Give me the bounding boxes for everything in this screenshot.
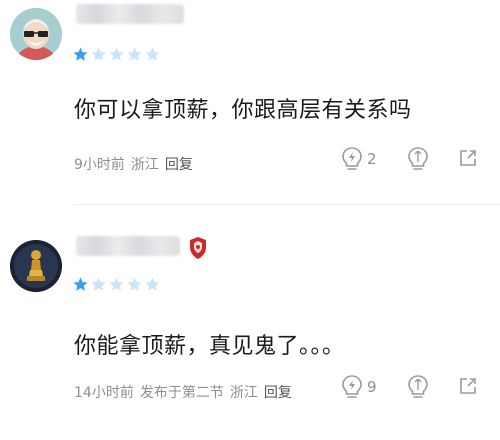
star-empty-icon	[91, 277, 106, 291]
divider	[74, 204, 500, 205]
comment-region: 浙江	[229, 385, 258, 401]
star-empty-icon	[145, 277, 160, 291]
share-icon	[460, 150, 476, 166]
shield-badge-icon	[188, 236, 208, 260]
comment-time: 14小时前	[74, 385, 134, 401]
comment-time: 9小时前	[74, 157, 125, 173]
dislike-bulb-icon	[408, 375, 428, 398]
username-blurred[interactable]	[76, 236, 180, 256]
comment-section: 发布于第二节	[139, 385, 224, 401]
comment-text: 你能拿顶薪，真见鬼了。。。	[74, 334, 345, 359]
star-empty-icon	[127, 47, 142, 61]
dislike-button[interactable]	[407, 146, 429, 176]
star-filled-icon	[73, 47, 88, 61]
comment-meta: 9小时前 浙江 回复	[74, 154, 193, 174]
share-button[interactable]	[458, 376, 478, 400]
reply-button[interactable]: 回复	[264, 385, 292, 401]
like-bulb-icon	[342, 147, 362, 170]
star-filled-icon	[73, 277, 88, 291]
username-blurred[interactable]	[76, 4, 184, 24]
comment-text: 你可以拿顶薪，你跟高层有关系吗	[74, 98, 412, 123]
star-empty-icon	[127, 277, 142, 291]
star-empty-icon	[109, 277, 124, 291]
comment-item: 你可以拿顶薪，你跟高层有关系吗 9小时前 浙江 回复 2	[0, 0, 500, 206]
dislike-bulb-icon	[408, 147, 428, 170]
comment-meta: 14小时前 发布于第二节 浙江 回复	[74, 382, 292, 402]
star-rating	[72, 46, 161, 63]
like-count: 2	[367, 150, 377, 168]
share-icon	[460, 378, 476, 394]
avatar-elderly-glasses-icon	[10, 8, 62, 60]
star-empty-icon	[145, 47, 160, 61]
user-avatar[interactable]	[10, 8, 62, 60]
star-empty-icon	[109, 47, 124, 61]
star-empty-icon	[91, 47, 106, 61]
comment-region: 浙江	[130, 157, 159, 173]
dislike-button[interactable]	[407, 374, 429, 404]
star-rating	[72, 276, 161, 293]
share-button[interactable]	[458, 148, 478, 172]
comment-item: 你能拿顶薪，真见鬼了。。。 14小时前 发布于第二节 浙江 回复 9	[0, 214, 500, 440]
like-count: 9	[367, 378, 377, 396]
like-bulb-icon	[342, 375, 362, 398]
like-button[interactable]: 2	[341, 146, 377, 172]
avatar-golden-trophy-icon	[10, 240, 62, 292]
user-avatar[interactable]	[10, 240, 62, 292]
reply-button[interactable]: 回复	[165, 157, 193, 173]
like-button[interactable]: 9	[341, 374, 377, 400]
